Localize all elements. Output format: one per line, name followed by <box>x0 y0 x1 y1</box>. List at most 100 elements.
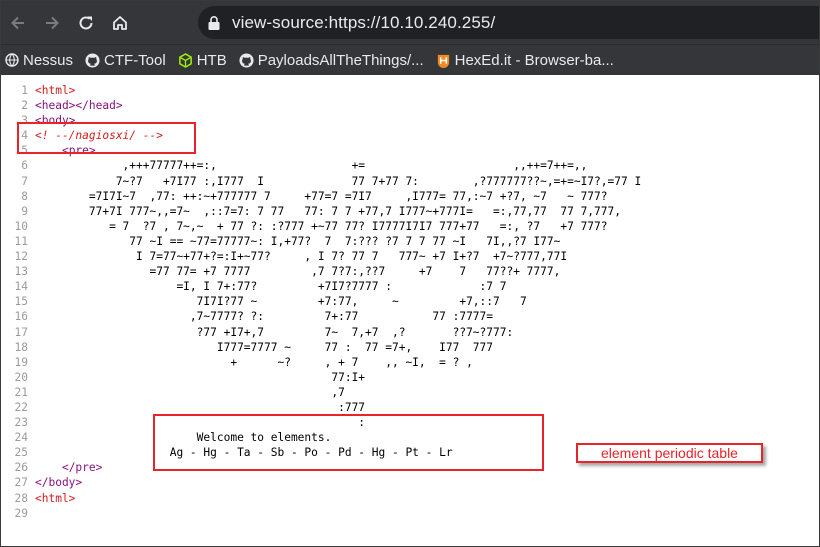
comment-highlight-box <box>17 122 196 154</box>
source-line: 10 = 7 ?7 , 7~,~ + 77 ?: :?777 +~77 77? … <box>1 219 641 234</box>
source-tag: </body> <box>35 476 83 490</box>
source-line: 12 I 7=77~+77+?=:I+~77? , I 7? 77 7 777~… <box>1 249 641 264</box>
source-text: =I, I 7+:77? +7I7?7777 : :7 7 <box>35 280 507 294</box>
source-tag: </pre> <box>61 461 103 475</box>
github-icon <box>239 52 254 68</box>
line-number: 25 <box>14 446 28 460</box>
line-number: 7 <box>21 174 28 188</box>
line-number: 11 <box>14 234 28 248</box>
source-text: 7~?7 +7I77 :,I777 I 77 7+77 7: ,?777777?… <box>35 174 642 188</box>
source-line: 19 + ~? , + 7 ,, ~I, = ? , <box>1 355 641 370</box>
line-number: 9 <box>21 204 28 218</box>
line-number: 2 <box>21 99 28 113</box>
info-lock-icon[interactable] <box>206 15 222 31</box>
line-number: 15 <box>14 295 28 309</box>
source-text: :777 <box>35 400 366 414</box>
source-tag: <html> <box>35 491 76 505</box>
home-icon[interactable] <box>103 6 137 40</box>
bookmark-label: PayloadsAllTheThings/... <box>257 51 424 69</box>
cube-icon <box>178 52 193 68</box>
address-bar[interactable]: view-source:https://10.10.240.255/ <box>198 6 819 39</box>
bookmark-hexed[interactable]: HexEd.it - Browser-ba... <box>436 52 614 69</box>
line-number: 8 <box>21 189 28 203</box>
source-line: 6 ,+++77777++=:, += ,,++=7++=,, <box>1 158 641 173</box>
source-text: ,+++77777++=:, += ,,++=7++=,, <box>35 159 588 173</box>
line-number: 28 <box>14 491 28 505</box>
element-periodic-table-note: element periodic table <box>576 443 763 463</box>
browser-window: view-source:https://10.10.240.255/ Nessu… <box>0 0 820 547</box>
source-tag: <head></head> <box>35 99 123 113</box>
globe-icon <box>4 53 19 68</box>
source-line: 2 <head></head> <box>1 98 641 113</box>
source-line: 9 77+7I 777~,,=7~ ,::7=7: 7 77 77: 7 7 +… <box>1 204 641 219</box>
github-icon <box>85 52 100 68</box>
source-line: 22 :777 <box>1 400 641 415</box>
line-number: 23 <box>14 416 28 430</box>
source-text: =7I7I~7 ,77: ++:~+777777 7 +77=7 =7I7 ,I… <box>35 189 608 203</box>
source-text: + ~? , + 7 ,, ~I, = ? , <box>35 355 473 369</box>
bookmark-ctf-tool[interactable]: CTF-Tool <box>85 52 166 69</box>
annotation-label: element periodic table <box>601 445 738 461</box>
source-line: 18 I777=7777 ~ 77 : 77 =7+, I77 777 <box>1 340 641 355</box>
line-number: 12 <box>14 250 28 264</box>
hexed-icon <box>436 53 451 68</box>
source-line: 14 =I, I 7+:77? +7I7?7777 : :7 7 <box>1 279 641 294</box>
source-text: ,7 <box>35 385 345 399</box>
line-number: 18 <box>14 340 28 354</box>
line-number: 16 <box>14 310 28 324</box>
source-line: 21 ,7 <box>1 385 641 400</box>
source-text: I 7=77~+77+?=:I+~77? , I 7? 77 7 777~ +7… <box>35 250 568 264</box>
source-text: 77 ~I == ~77=77777~: I,+77? 7 7:??? ?7 7… <box>35 234 561 248</box>
source-text: 77+7I 777~,,=7~ ,::7=7: 7 77 77: 7 7 +77… <box>35 204 621 218</box>
source-text: ?77 +I7+,7 7~ 7,+7 ,? ??7~?777: <box>35 325 514 339</box>
url-text[interactable]: view-source:https://10.10.240.255/ <box>232 13 495 33</box>
back-icon[interactable] <box>1 6 35 40</box>
bookmarks-bar: Nessus CTF-Tool HTB PayloadsAllTheThings… <box>1 44 819 75</box>
line-number: 13 <box>14 265 28 279</box>
source-line: 1 <html> <box>1 83 641 98</box>
line-number: 29 <box>14 506 28 520</box>
welcome-highlight-box <box>153 414 544 471</box>
bookmark-label: HexEd.it - Browser-ba... <box>454 51 614 69</box>
line-number: 27 <box>14 476 28 490</box>
line-number: 24 <box>14 431 28 445</box>
reload-icon[interactable] <box>69 6 103 40</box>
source-line: 16 ,7~7777? ?: 7+:77 77 :7777= <box>1 309 641 324</box>
bookmark-nessus[interactable]: Nessus <box>4 52 73 69</box>
source-line: 15 7I7I?77 ~ +7:77, ~ +7,::7 7 <box>1 294 641 309</box>
bookmark-label: Nessus <box>23 51 74 69</box>
source-line: 20 77:I+ <box>1 370 641 385</box>
line-number: 19 <box>14 355 28 369</box>
browser-toolbar: view-source:https://10.10.240.255/ <box>1 1 819 44</box>
line-number: 10 <box>14 219 28 233</box>
source-line: 17 ?77 +I7+,7 7~ 7,+7 ,? ??7~?777: <box>1 325 641 340</box>
line-number: 1 <box>21 84 28 97</box>
bookmark-htb[interactable]: HTB <box>178 52 227 69</box>
line-number: 14 <box>14 280 28 294</box>
source-text: =77 77= +7 7777 ,7 7?7:,??7 +7 7 77??+ 7… <box>35 265 561 279</box>
line-number: 6 <box>21 159 28 173</box>
line-number: 20 <box>14 370 28 384</box>
line-number: 17 <box>14 325 28 339</box>
source-line: 29 <box>1 506 641 521</box>
source-tag: <html> <box>35 84 76 97</box>
source-text: ,7~7777? ?: 7+:77 77 :7777= <box>35 310 494 324</box>
line-number: 21 <box>14 385 28 399</box>
source-text: I777=7777 ~ 77 : 77 =7+, I77 777 <box>35 340 494 354</box>
bookmark-label: HTB <box>196 51 227 69</box>
source-line: 8 =7I7I~7 ,77: ++:~+777777 7 +77=7 =7I7 … <box>1 189 641 204</box>
source-text: 7I7I?77 ~ +7:77, ~ +7,::7 7 <box>35 295 527 309</box>
bookmark-payloadsallthethings[interactable]: PayloadsAllTheThings/... <box>239 52 424 69</box>
source-line: 27 </body> <box>1 475 641 490</box>
bookmark-label: CTF-Tool <box>104 51 166 69</box>
source-text: = 7 ?7 , 7~,~ + 77 ?: :?777 +~77 77? I77… <box>35 219 608 233</box>
source-line: 11 77 ~I == ~77=77777~: I,+77? 7 7:??? ?… <box>1 234 641 249</box>
source-line: 13 =77 77= +7 7777 ,7 7?7:,??7 +7 7 77??… <box>1 264 641 279</box>
line-number: 22 <box>14 400 28 414</box>
source-line: 28 <html> <box>1 491 641 506</box>
forward-icon[interactable] <box>35 6 69 40</box>
source-line: 7 7~?7 +7I77 :,I777 I 77 7+77 7: ,?77777… <box>1 174 641 189</box>
line-number: 26 <box>14 461 28 475</box>
source-text: 77:I+ <box>35 370 366 384</box>
